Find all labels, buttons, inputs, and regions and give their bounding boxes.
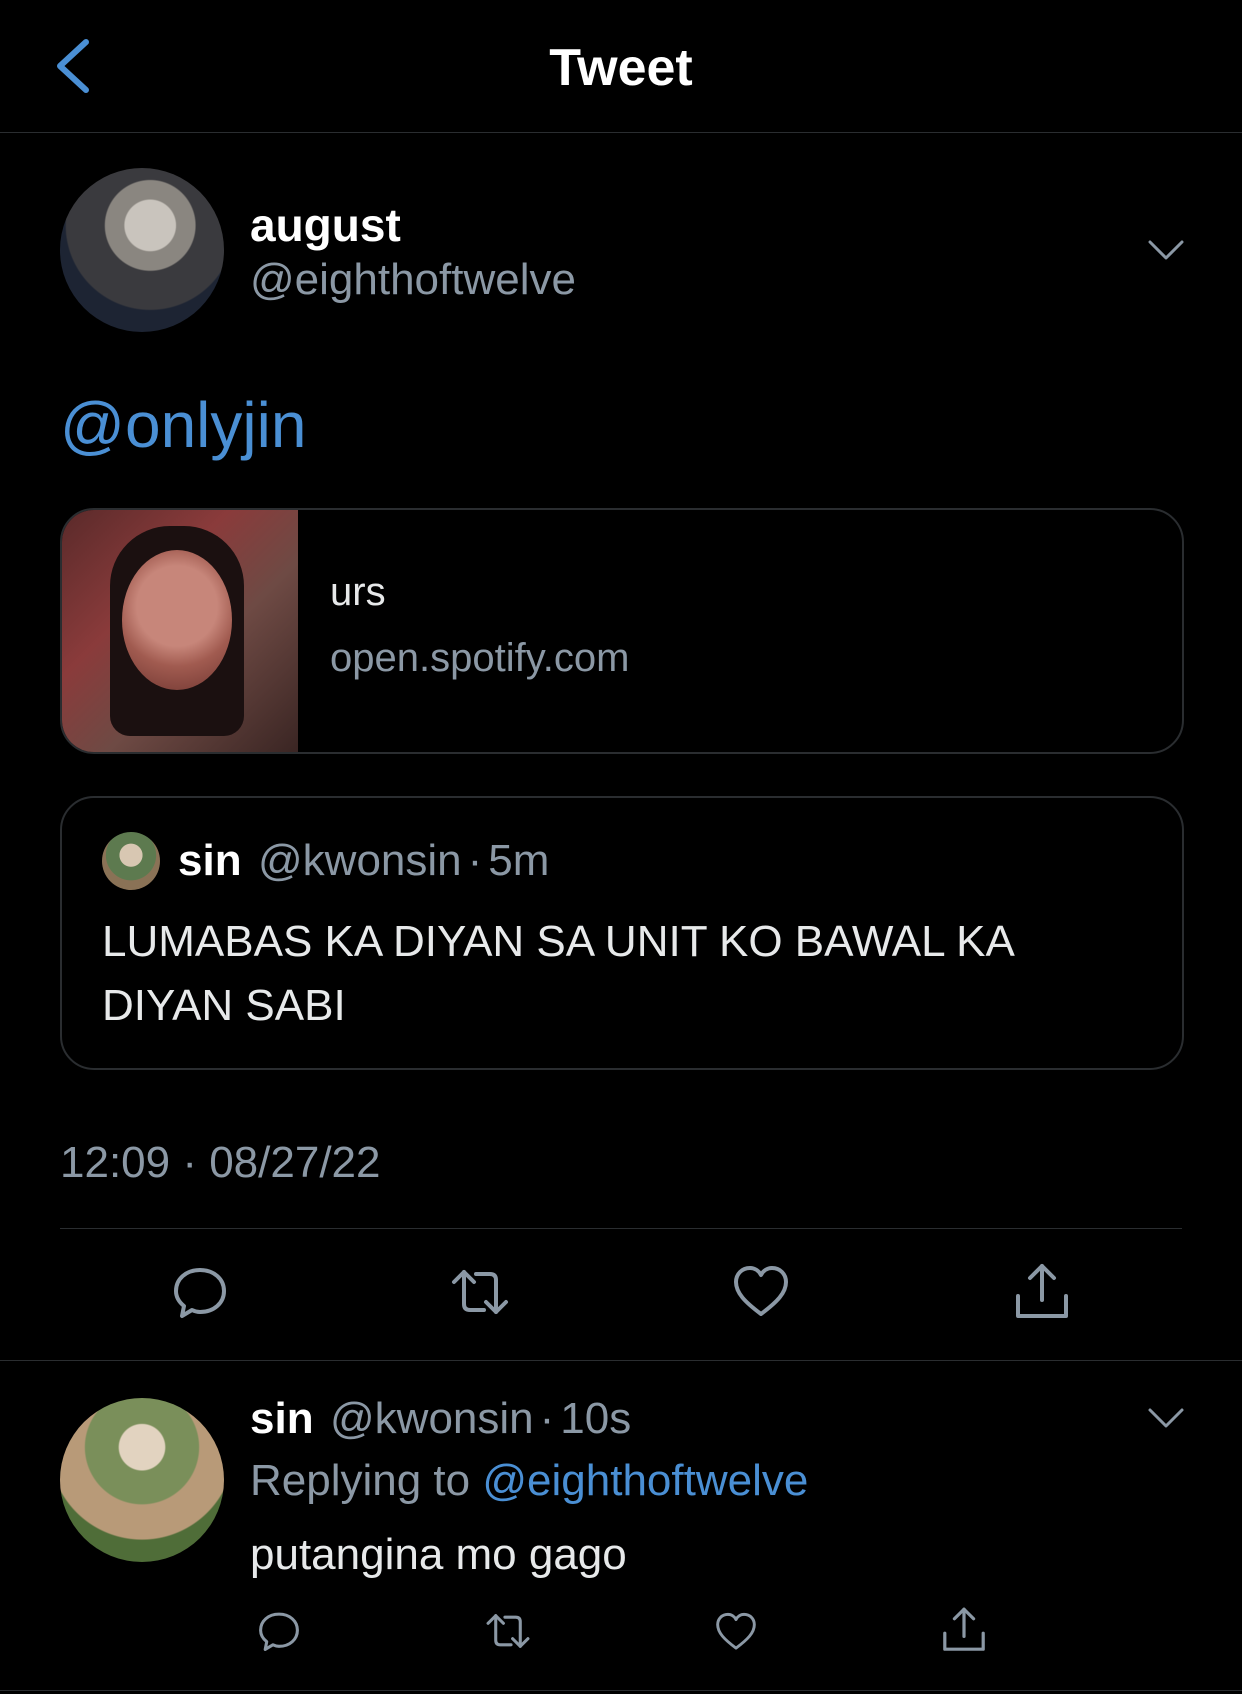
quote-meta: @kwonsin · 5m [258,836,549,886]
tweet-text-mention[interactable]: @onlyjin [60,388,306,462]
author-name[interactable]: august [250,198,401,252]
retweet-button[interactable] [450,1262,510,1322]
retweet-icon [452,1270,508,1314]
reply-avatar[interactable] [60,1398,224,1562]
reply-icon [259,1612,299,1651]
tweet-detail-screen: Tweet august @eighthoftwelve @onlyjin ur… [0,0,1242,1694]
top-nav-bar: Tweet [0,0,1242,133]
like-button[interactable] [731,1262,791,1322]
reply-time: 10s [560,1394,632,1443]
reply-retweet-button[interactable] [483,1608,533,1654]
replying-to-handle[interactable]: @eighthoftwelve [482,1456,808,1505]
chevron-down-icon [1148,1408,1184,1428]
quote-time: 5m [488,836,550,885]
link-thumbnail [62,510,298,752]
reply-share-button[interactable] [940,1606,988,1654]
share-icon [943,1607,985,1651]
tweet-options-button[interactable] [1146,238,1186,262]
reply-separator: · [539,1394,555,1443]
reply-options-button[interactable] [1146,1406,1186,1430]
reply-handle[interactable]: @kwonsin [330,1394,534,1443]
share-button[interactable] [1012,1262,1072,1322]
reply-icon [174,1268,226,1318]
reply-reply-button[interactable] [256,1608,302,1654]
quote-author-name: sin [178,836,242,885]
quote-handle: @kwonsin [258,836,462,885]
link-preview-card[interactable] [60,508,1184,754]
quote-avatar [102,832,160,890]
reply-meta: @kwonsin · 10s [330,1394,631,1444]
share-icon [1016,1264,1068,1318]
author-handle[interactable]: @eighthoftwelve [250,255,576,305]
like-icon [734,1266,788,1316]
reply-author-name[interactable]: sin [250,1394,314,1444]
reply-like-button[interactable] [712,1610,760,1654]
reply-button[interactable] [170,1262,230,1322]
quote-separator: · [467,836,483,885]
replying-to-label: Replying to [250,1456,471,1505]
author-avatar[interactable] [60,168,224,332]
replying-to-line: Replying to @eighthoftwelve [250,1456,808,1506]
reply-text: putangina mo gago [250,1530,627,1579]
quote-text: LUMABAS KA DIYAN SA UNIT KO BAWAL KA DIY… [102,917,1013,1030]
retweet-icon [486,1614,530,1648]
link-title: urs [330,570,386,614]
tweet-timestamp: 12:09 · 08/27/22 [60,1138,381,1187]
chevron-down-icon [1148,240,1184,260]
divider [0,1690,1242,1691]
link-domain: open.spotify.com [330,636,630,680]
like-icon [716,1612,756,1650]
divider [0,1360,1242,1361]
divider [60,1228,1182,1229]
page-title: Tweet [549,39,693,97]
